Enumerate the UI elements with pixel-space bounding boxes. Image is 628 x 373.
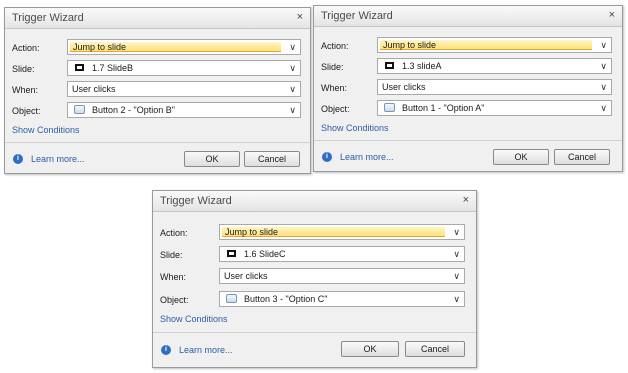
chevron-down-icon[interactable]: ∨ <box>289 105 296 116</box>
button-object-icon <box>226 294 237 303</box>
slide-dropdown[interactable]: 1.7 SlideB ∨ <box>67 60 301 76</box>
close-icon[interactable]: × <box>463 194 469 206</box>
when-value: User clicks <box>224 271 268 281</box>
action-dropdown[interactable]: Jump to slide ∨ <box>219 224 465 240</box>
close-icon[interactable]: × <box>609 9 615 21</box>
when-row: When: User clicks ∨ <box>153 268 476 286</box>
chevron-down-icon[interactable]: ∨ <box>600 103 607 114</box>
slide-row: Slide: 1.7 SlideB ∨ <box>5 60 310 78</box>
cancel-button[interactable]: Cancel <box>554 149 610 165</box>
info-icon: i <box>322 152 332 162</box>
object-value: Button 3 - "Option C" <box>244 294 328 304</box>
chevron-down-icon[interactable]: ∨ <box>453 249 460 260</box>
action-label: Action: <box>160 228 188 238</box>
object-label: Object: <box>12 106 41 116</box>
slide-value: 1.7 SlideB <box>92 63 134 73</box>
slide-icon <box>227 250 236 257</box>
slide-label: Slide: <box>160 250 183 260</box>
slide-row: Slide: 1.3 slideA ∨ <box>314 58 622 76</box>
title-bar: Trigger Wizard × <box>5 8 310 29</box>
learn-more-link[interactable]: Learn more... <box>340 152 394 162</box>
action-row: Action: Jump to slide ∨ <box>314 37 622 55</box>
learn-more-link[interactable]: Learn more... <box>31 154 85 164</box>
dialog-title: Trigger Wizard <box>12 12 84 24</box>
object-label: Object: <box>321 104 350 114</box>
separator <box>314 140 622 141</box>
action-dropdown[interactable]: Jump to slide ∨ <box>67 39 301 55</box>
object-row: Object: Button 2 - "Option B" ∨ <box>5 102 310 120</box>
button-object-icon <box>74 105 85 114</box>
learn-more-link[interactable]: Learn more... <box>179 345 233 355</box>
dialog-title: Trigger Wizard <box>160 195 232 207</box>
when-row: When: User clicks ∨ <box>314 79 622 97</box>
slide-value: 1.3 slideA <box>402 61 442 71</box>
chevron-down-icon[interactable]: ∨ <box>453 227 460 238</box>
action-row: Action: Jump to slide ∨ <box>5 39 310 57</box>
slide-dropdown[interactable]: 1.3 slideA ∨ <box>377 58 612 74</box>
title-bar: Trigger Wizard × <box>314 6 622 27</box>
when-value: User clicks <box>72 84 116 94</box>
chevron-down-icon[interactable]: ∨ <box>289 63 296 74</box>
show-conditions-link[interactable]: Show Conditions <box>321 123 389 133</box>
slide-row: Slide: 1.6 SlideC ∨ <box>153 246 476 264</box>
trigger-wizard-dialog-1: Trigger Wizard × Action: Jump to slide ∨… <box>4 7 311 174</box>
action-value: Jump to slide <box>222 227 445 237</box>
slide-label: Slide: <box>12 64 35 74</box>
chevron-down-icon[interactable]: ∨ <box>600 61 607 72</box>
when-row: When: User clicks ∨ <box>5 81 310 99</box>
object-value: Button 1 - "Option A" <box>402 103 485 113</box>
object-row: Object: Button 1 - "Option A" ∨ <box>314 100 622 118</box>
chevron-down-icon[interactable]: ∨ <box>600 40 607 51</box>
slide-value: 1.6 SlideC <box>244 249 286 259</box>
title-bar: Trigger Wizard × <box>153 191 476 212</box>
slide-dropdown[interactable]: 1.6 SlideC ∨ <box>219 246 465 262</box>
object-dropdown[interactable]: Button 3 - "Option C" ∨ <box>219 291 465 307</box>
object-label: Object: <box>160 295 189 305</box>
close-icon[interactable]: × <box>297 11 303 23</box>
chevron-down-icon[interactable]: ∨ <box>289 42 296 53</box>
action-label: Action: <box>12 43 40 53</box>
cancel-button[interactable]: Cancel <box>405 341 465 357</box>
when-value: User clicks <box>382 82 426 92</box>
show-conditions-link[interactable]: Show Conditions <box>160 314 228 324</box>
chevron-down-icon[interactable]: ∨ <box>453 271 460 282</box>
action-row: Action: Jump to slide ∨ <box>153 224 476 242</box>
slide-icon <box>385 62 394 69</box>
when-dropdown[interactable]: User clicks ∨ <box>67 81 301 97</box>
when-label: When: <box>12 85 39 95</box>
object-dropdown[interactable]: Button 1 - "Option A" ∨ <box>377 100 612 116</box>
object-value: Button 2 - "Option B" <box>92 105 175 115</box>
dialog-title: Trigger Wizard <box>321 10 393 22</box>
separator <box>153 332 476 333</box>
object-row: Object: Button 3 - "Option C" ∨ <box>153 291 476 309</box>
trigger-wizard-dialog-3: Trigger Wizard × Action: Jump to slide ∨… <box>152 190 477 368</box>
slide-icon <box>75 64 84 71</box>
info-icon: i <box>13 154 23 164</box>
chevron-down-icon[interactable]: ∨ <box>289 84 296 95</box>
slide-label: Slide: <box>321 62 344 72</box>
action-dropdown[interactable]: Jump to slide ∨ <box>377 37 612 53</box>
trigger-wizard-dialog-2: Trigger Wizard × Action: Jump to slide ∨… <box>313 5 623 172</box>
ok-button[interactable]: OK <box>184 151 240 167</box>
object-dropdown[interactable]: Button 2 - "Option B" ∨ <box>67 102 301 118</box>
action-value: Jump to slide <box>70 42 281 52</box>
cancel-button[interactable]: Cancel <box>244 151 300 167</box>
when-dropdown[interactable]: User clicks ∨ <box>219 268 465 284</box>
action-label: Action: <box>321 41 349 51</box>
ok-button[interactable]: OK <box>341 341 399 357</box>
when-label: When: <box>160 272 187 282</box>
ok-button[interactable]: OK <box>493 149 549 165</box>
button-object-icon <box>384 103 395 112</box>
separator <box>5 142 310 143</box>
when-label: When: <box>321 83 348 93</box>
show-conditions-link[interactable]: Show Conditions <box>12 125 80 135</box>
chevron-down-icon[interactable]: ∨ <box>453 294 460 305</box>
action-value: Jump to slide <box>380 40 592 50</box>
when-dropdown[interactable]: User clicks ∨ <box>377 79 612 95</box>
info-icon: i <box>161 345 171 355</box>
chevron-down-icon[interactable]: ∨ <box>600 82 607 93</box>
